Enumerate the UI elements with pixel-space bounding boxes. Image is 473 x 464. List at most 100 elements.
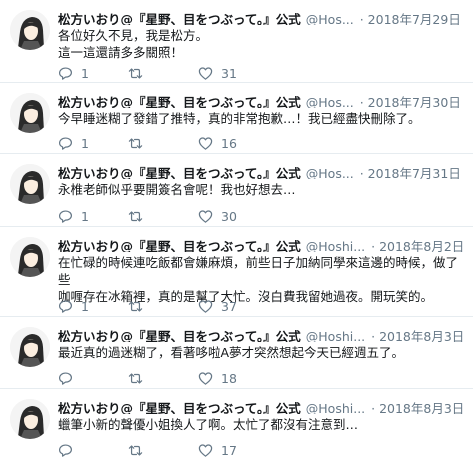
tweet-actions: 1 31 bbox=[58, 64, 318, 82]
avatar-illustration bbox=[10, 10, 50, 50]
tweet-item[interactable]: 松方いおり@『星野、目をつぶって。』公式 @Hoshi... · 2018年8月2… bbox=[0, 227, 473, 317]
display-name[interactable]: 松方いおり@『星野、目をつぶって。』公式 bbox=[58, 166, 301, 179]
avatar-illustration bbox=[10, 93, 50, 133]
user-handle[interactable]: @Hos... bbox=[306, 12, 354, 25]
retweet-icon bbox=[128, 300, 143, 312]
heart-icon bbox=[198, 136, 213, 150]
tweet-text: 蠟筆小新的聲優小姐換人了啊。太忙了都沒有注意到… bbox=[58, 416, 463, 433]
like-count: 18 bbox=[221, 370, 237, 386]
user-handle[interactable]: @Hoshi... bbox=[306, 329, 365, 342]
tweet-text-line: 蠟筆小新的聲優小姐換人了啊。太忙了都沒有注意到… bbox=[58, 417, 359, 432]
reply-icon bbox=[58, 136, 73, 150]
reply-icon bbox=[58, 371, 73, 385]
retweet-icon bbox=[128, 210, 143, 222]
tweet-header: 松方いおり@『星野、目をつぶって。』公式 @Hos... · 2018年7月30日 bbox=[58, 92, 465, 108]
tweet-header: 松方いおり@『星野、目をつぶって。』公式 @Hoshi... · 2018年8月3… bbox=[58, 326, 465, 342]
user-handle[interactable]: @Hos... bbox=[306, 166, 354, 179]
tweet-text: 各位好久不見，我是松方。 這一這還請多多關照！ bbox=[58, 27, 463, 61]
display-name[interactable]: 松方いおり@『星野、目をつぶって。』公式 bbox=[58, 401, 301, 414]
tweet-actions: 18 bbox=[58, 369, 318, 387]
display-name[interactable]: 松方いおり@『星野、目をつぶって。』公式 bbox=[58, 12, 301, 25]
retweet-icon bbox=[128, 372, 143, 384]
tweet-header: 松方いおり@『星野、目をつぶって。』公式 @Hos... · 2018年7月29日 bbox=[58, 9, 465, 25]
tweet-header: 松方いおり@『星野、目をつぶって。』公式 @Hoshi... · 2018年8月3… bbox=[58, 398, 465, 414]
tweet-text-line: 最近真的過迷糊了，看著哆啦A夢才突然想起今天已經週五了。 bbox=[58, 345, 405, 360]
like-button[interactable]: 16 bbox=[198, 134, 237, 152]
avatar[interactable] bbox=[10, 399, 50, 439]
tweet-text: 最近真的過迷糊了，看著哆啦A夢才突然想起今天已經週五了。 bbox=[58, 344, 463, 361]
like-count: 31 bbox=[221, 65, 237, 81]
tweet-header: 松方いおり@『星野、目をつぶって。』公式 @Hoshi... · 2018年8月2… bbox=[58, 236, 465, 252]
tweet-text-line: 各位好久不見，我是松方。 bbox=[58, 28, 209, 43]
retweet-button[interactable] bbox=[128, 134, 151, 152]
display-name[interactable]: 松方いおり@『星野、目をつぶって。』公式 bbox=[58, 95, 301, 108]
tweet-item[interactable]: 松方いおり@『星野、目をつぶって。』公式 @Hos... · 2018年7月31日… bbox=[0, 154, 473, 227]
tweet-actions: 17 bbox=[58, 441, 318, 459]
tweet-date[interactable]: · 2018年7月31日 bbox=[356, 166, 461, 179]
tweet-item[interactable]: 松方いおり@『星野、目をつぶって。』公式 @Hoshi... · 2018年8月3… bbox=[0, 317, 473, 389]
reply-icon bbox=[58, 66, 73, 80]
reply-count: 1 bbox=[81, 208, 89, 224]
display-name[interactable]: 松方いおり@『星野、目をつぶって。』公式 bbox=[58, 329, 301, 342]
reply-button[interactable]: 1 bbox=[58, 207, 89, 225]
avatar[interactable] bbox=[10, 93, 50, 133]
retweet-button[interactable] bbox=[128, 369, 151, 387]
tweet-header: 松方いおり@『星野、目をつぶって。』公式 @Hos... · 2018年7月31日 bbox=[58, 163, 465, 179]
reply-icon bbox=[58, 299, 73, 313]
tweet-text-line: 這一這還請多多關照！ bbox=[58, 45, 184, 60]
reply-count: 1 bbox=[81, 135, 89, 151]
avatar[interactable] bbox=[10, 237, 50, 277]
avatar-illustration bbox=[10, 237, 50, 277]
tweet-date[interactable]: · 2018年8月3日 bbox=[367, 329, 464, 342]
tweet-date[interactable]: · 2018年8月3日 bbox=[367, 401, 464, 414]
like-button[interactable]: 18 bbox=[198, 369, 237, 387]
avatar-illustration bbox=[10, 399, 50, 439]
avatar-illustration bbox=[10, 327, 50, 367]
retweet-icon bbox=[128, 67, 143, 79]
tweet-date[interactable]: · 2018年7月30日 bbox=[356, 95, 461, 108]
tweet-text-line: 在忙碌的時候連吃飯都會嫌麻煩，前些日子加納同學來這邊的時候，做了些 bbox=[58, 255, 459, 287]
reply-button[interactable]: 1 bbox=[58, 64, 89, 82]
reply-button[interactable] bbox=[58, 369, 81, 387]
retweet-icon bbox=[128, 444, 143, 456]
like-count: 16 bbox=[221, 135, 237, 151]
like-count: 37 bbox=[221, 298, 237, 314]
like-button[interactable]: 37 bbox=[198, 297, 237, 315]
tweet-text: 永椎老師似乎要開簽名會呢！我也好想去… bbox=[58, 181, 463, 198]
display-name[interactable]: 松方いおり@『星野、目をつぶって。』公式 bbox=[58, 239, 301, 252]
retweet-icon bbox=[128, 137, 143, 149]
avatar[interactable] bbox=[10, 10, 50, 50]
tweet-text-line: 今早睡迷糊了發錯了推特，真的非常抱歉…！我已經盡快刪除了。 bbox=[58, 111, 421, 126]
avatar[interactable] bbox=[10, 327, 50, 367]
reply-button[interactable]: 1 bbox=[58, 297, 89, 315]
tweet-item[interactable]: 松方いおり@『星野、目をつぶって。』公式 @Hoshi... · 2018年8月3… bbox=[0, 389, 473, 464]
retweet-button[interactable] bbox=[128, 64, 151, 82]
like-button[interactable]: 17 bbox=[198, 441, 237, 459]
heart-icon bbox=[198, 66, 213, 80]
like-button[interactable]: 30 bbox=[198, 207, 237, 225]
heart-icon bbox=[198, 209, 213, 223]
reply-icon bbox=[58, 209, 73, 223]
user-handle[interactable]: @Hoshi... bbox=[306, 239, 365, 252]
reply-button[interactable]: 1 bbox=[58, 134, 89, 152]
heart-icon bbox=[198, 371, 213, 385]
avatar-illustration bbox=[10, 164, 50, 204]
avatar[interactable] bbox=[10, 164, 50, 204]
tweet-date[interactable]: · 2018年7月29日 bbox=[356, 12, 461, 25]
retweet-button[interactable] bbox=[128, 297, 151, 315]
tweet-item[interactable]: 松方いおり@『星野、目をつぶって。』公式 @Hos... · 2018年7月30日… bbox=[0, 83, 473, 154]
user-handle[interactable]: @Hos... bbox=[306, 95, 354, 108]
retweet-button[interactable] bbox=[128, 207, 151, 225]
reply-button[interactable] bbox=[58, 441, 81, 459]
reply-count: 1 bbox=[81, 298, 89, 314]
tweet-text-line: 永椎老師似乎要開簽名會呢！我也好想去… bbox=[58, 182, 296, 197]
retweet-button[interactable] bbox=[128, 441, 151, 459]
like-button[interactable]: 31 bbox=[198, 64, 237, 82]
tweet-item[interactable]: 松方いおり@『星野、目をつぶって。』公式 @Hos... · 2018年7月29日… bbox=[0, 0, 473, 83]
heart-icon bbox=[198, 443, 213, 457]
tweet-actions: 1 16 bbox=[58, 134, 318, 152]
tweet-actions: 1 37 bbox=[58, 297, 318, 315]
tweet-date[interactable]: · 2018年8月2日 bbox=[367, 239, 464, 252]
tweet-text: 今早睡迷糊了發錯了推特，真的非常抱歉…！我已經盡快刪除了。 bbox=[58, 110, 463, 127]
user-handle[interactable]: @Hoshi... bbox=[306, 401, 365, 414]
